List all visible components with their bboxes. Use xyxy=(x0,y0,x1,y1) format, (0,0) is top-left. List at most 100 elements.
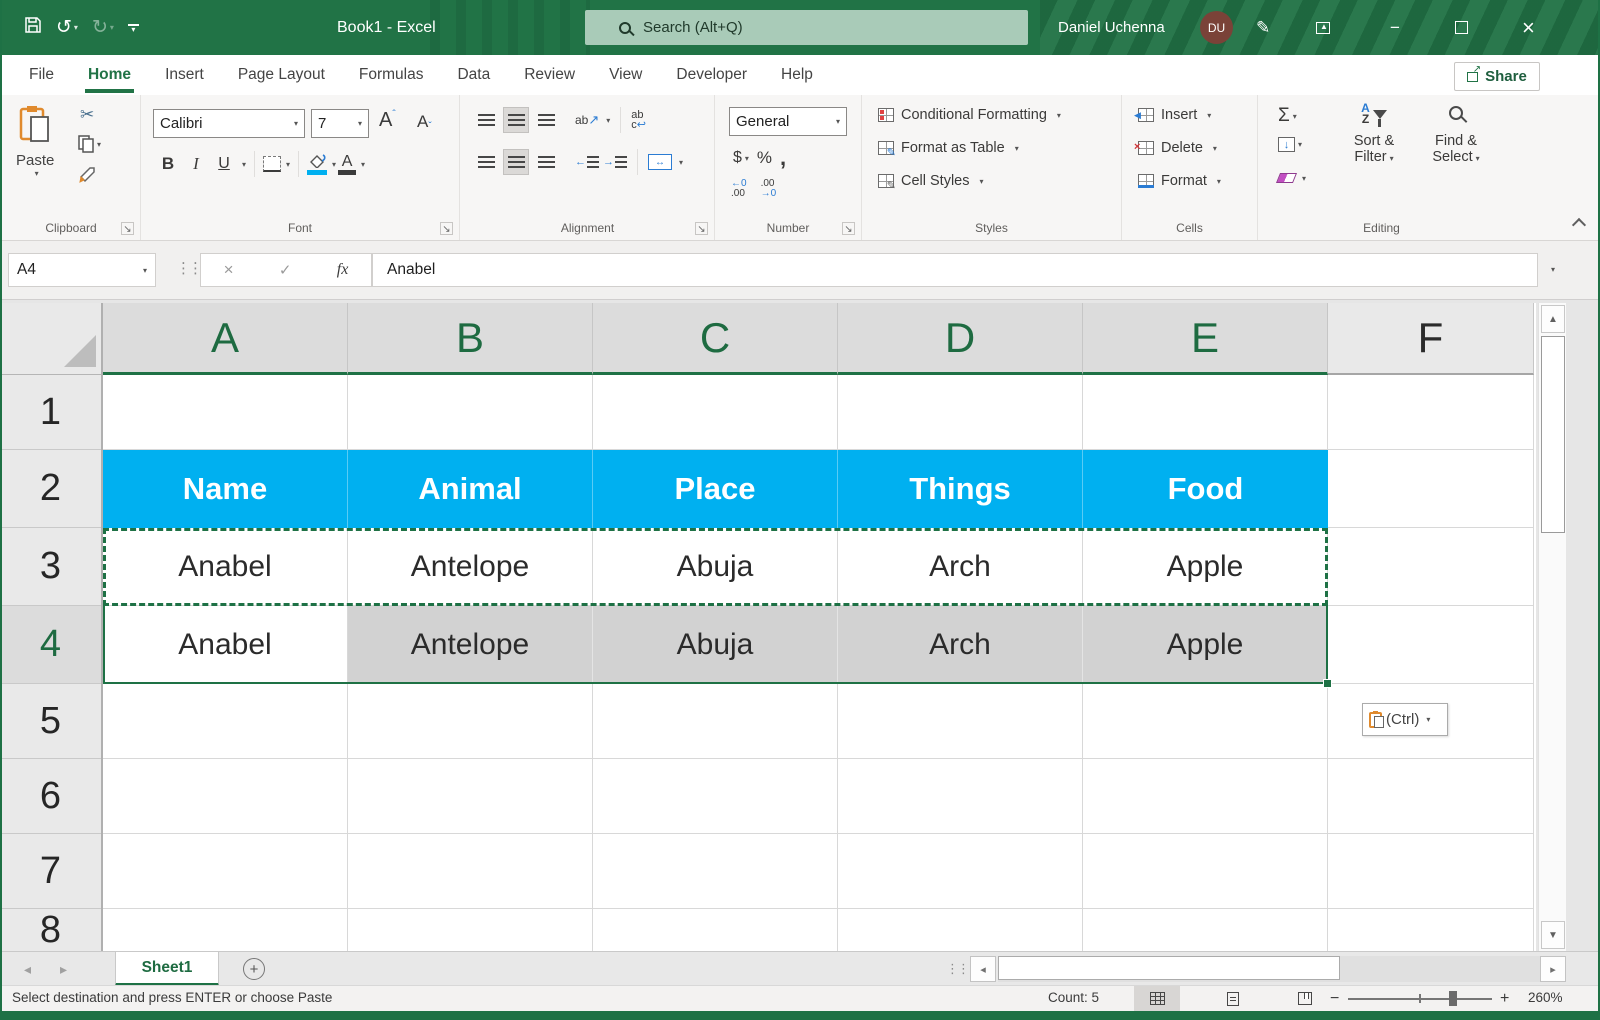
save-icon[interactable] xyxy=(24,16,42,39)
align-center-button[interactable] xyxy=(503,149,529,175)
insert-cells-button[interactable]: ◀ Insert▾ xyxy=(1138,107,1211,123)
name-box-dropdown-icon[interactable]: ▾ xyxy=(143,266,147,275)
format-painter-icon[interactable] xyxy=(78,163,98,188)
italic-button[interactable]: I xyxy=(183,151,209,177)
borders-button[interactable] xyxy=(263,156,281,172)
sheet-nav-right-icon[interactable]: ▸ xyxy=(60,952,67,986)
close-button[interactable]: × xyxy=(1522,0,1535,55)
inking-pen-icon[interactable]: ✎ xyxy=(1256,0,1270,55)
cell-d3[interactable]: Arch xyxy=(838,528,1083,606)
format-cells-button[interactable]: Format▾ xyxy=(1138,173,1221,189)
copy-button[interactable]: ▾ xyxy=(78,135,101,153)
tab-data[interactable]: Data xyxy=(440,55,507,95)
delete-cells-button[interactable]: × Delete▾ xyxy=(1138,140,1217,156)
number-format-combo[interactable]: General▾ xyxy=(729,107,847,136)
tab-help[interactable]: Help xyxy=(764,55,830,95)
expand-formula-bar-icon[interactable]: ▾ xyxy=(1548,259,1555,277)
column-header-b[interactable]: B xyxy=(348,303,593,375)
new-sheet-button[interactable]: + xyxy=(243,958,265,980)
clear-button[interactable]: ▾ xyxy=(1278,173,1306,183)
grow-font-button[interactable]: Aˆ xyxy=(379,109,396,132)
merge-dropdown-icon[interactable]: ▾ xyxy=(679,158,683,167)
sheet-nav-left-icon[interactable]: ◂ xyxy=(24,952,31,986)
font-color-dropdown-icon[interactable]: ▾ xyxy=(361,160,365,169)
share-button[interactable]: Share xyxy=(1454,62,1540,91)
column-header-d[interactable]: D xyxy=(838,303,1083,375)
tab-home[interactable]: Home xyxy=(71,55,148,95)
fill-handle[interactable] xyxy=(1323,679,1332,688)
clipboard-dialog-launcher[interactable]: ↘ xyxy=(121,222,134,235)
cell-e3[interactable]: Apple xyxy=(1083,528,1328,606)
tab-insert[interactable]: Insert xyxy=(148,55,221,95)
search-box[interactable]: Search (Alt+Q) xyxy=(585,10,1028,45)
user-name[interactable]: Daniel Uchenna xyxy=(1058,0,1165,55)
font-size-combo[interactable]: 7▾ xyxy=(311,109,369,138)
horizontal-scroll-thumb[interactable] xyxy=(998,956,1340,980)
page-layout-view-button[interactable] xyxy=(1210,986,1256,1011)
format-as-table-button[interactable]: ✎ Format as Table▾ xyxy=(878,140,1019,156)
column-header-c[interactable]: C xyxy=(593,303,838,375)
scroll-down-icon[interactable]: ▼ xyxy=(1541,921,1565,949)
enter-icon[interactable]: ✓ xyxy=(279,261,292,279)
shrink-font-button[interactable]: Aˇ xyxy=(417,112,432,132)
align-middle-button[interactable] xyxy=(503,107,529,133)
cell-f4[interactable] xyxy=(1328,606,1534,684)
zoom-in-button[interactable]: + xyxy=(1500,986,1509,1011)
cell-c2[interactable]: Place xyxy=(593,450,838,528)
hscroll-right-icon[interactable]: ▸ xyxy=(1540,956,1566,982)
tab-file[interactable]: File xyxy=(12,55,71,95)
cell-f3[interactable] xyxy=(1328,528,1534,606)
tab-page-layout[interactable]: Page Layout xyxy=(221,55,342,95)
align-top-button[interactable] xyxy=(473,107,499,133)
insert-function-icon[interactable]: fx xyxy=(337,261,349,279)
vertical-scroll-thumb[interactable] xyxy=(1541,336,1565,533)
page-break-view-button[interactable] xyxy=(1282,986,1328,1011)
font-family-combo[interactable]: Calibri▾ xyxy=(153,109,305,138)
row-header-5[interactable]: 5 xyxy=(0,684,101,759)
row-5-cells[interactable] xyxy=(103,684,1534,759)
column-header-f[interactable]: F xyxy=(1328,303,1534,375)
zoom-out-button[interactable]: − xyxy=(1330,986,1339,1011)
undo-button[interactable]: ↺▾ xyxy=(56,18,78,37)
decrease-indent-button[interactable]: ← xyxy=(575,156,599,168)
cell-a3[interactable]: Anabel xyxy=(103,528,348,606)
increase-indent-button[interactable]: → xyxy=(603,156,627,168)
cell-styles-button[interactable]: ✎ Cell Styles▾ xyxy=(878,173,984,189)
zoom-slider-thumb[interactable] xyxy=(1449,991,1457,1006)
zoom-level[interactable]: 260% xyxy=(1528,990,1563,1005)
wrap-text-button[interactable]: ab c↩ xyxy=(631,110,646,130)
conditional-formatting-button[interactable]: Conditional Formatting▾ xyxy=(878,107,1061,123)
cell-b3[interactable]: Antelope xyxy=(348,528,593,606)
borders-dropdown-icon[interactable]: ▾ xyxy=(286,160,290,169)
collapse-ribbon-icon[interactable] xyxy=(1572,218,1586,232)
row-header-2[interactable]: 2 xyxy=(0,450,101,528)
cell-e2[interactable]: Food xyxy=(1083,450,1328,528)
find-select-button[interactable]: Find & Select▾ xyxy=(1416,103,1496,165)
row-header-3[interactable]: 3 xyxy=(0,528,101,606)
font-color-button[interactable]: A xyxy=(338,154,356,175)
paste-button[interactable]: Paste ▾ xyxy=(16,105,54,178)
minimize-button[interactable]: − xyxy=(1390,0,1400,55)
fill-button[interactable]: ↓▾ xyxy=(1278,137,1302,152)
sort-filter-button[interactable]: AZ Sort & Filter▾ xyxy=(1336,103,1412,165)
row-header-1[interactable]: 1 xyxy=(0,375,101,450)
row-header-4[interactable]: 4 xyxy=(0,606,101,684)
underline-button[interactable]: U xyxy=(211,151,237,177)
cell-c3[interactable]: Abuja xyxy=(593,528,838,606)
tab-review[interactable]: Review xyxy=(507,55,592,95)
tab-view[interactable]: View xyxy=(592,55,659,95)
paste-options-dropdown-icon[interactable]: ▾ xyxy=(1426,715,1430,724)
select-all-corner[interactable] xyxy=(0,303,103,375)
paste-dropdown-icon[interactable]: ▾ xyxy=(19,169,54,178)
fill-color-button[interactable] xyxy=(307,153,327,175)
cut-icon[interactable]: ✂ xyxy=(80,105,94,125)
bold-button[interactable]: B xyxy=(155,151,181,177)
row-6-cells[interactable] xyxy=(103,759,1534,834)
accounting-format-button[interactable]: $▾ xyxy=(733,149,749,167)
align-right-button[interactable] xyxy=(533,149,559,175)
cell-f2[interactable] xyxy=(1328,450,1534,528)
row-8-cells[interactable] xyxy=(103,909,1534,951)
row-header-7[interactable]: 7 xyxy=(0,834,101,909)
underline-dropdown-icon[interactable]: ▾ xyxy=(242,160,246,169)
column-header-a[interactable]: A xyxy=(103,303,348,375)
